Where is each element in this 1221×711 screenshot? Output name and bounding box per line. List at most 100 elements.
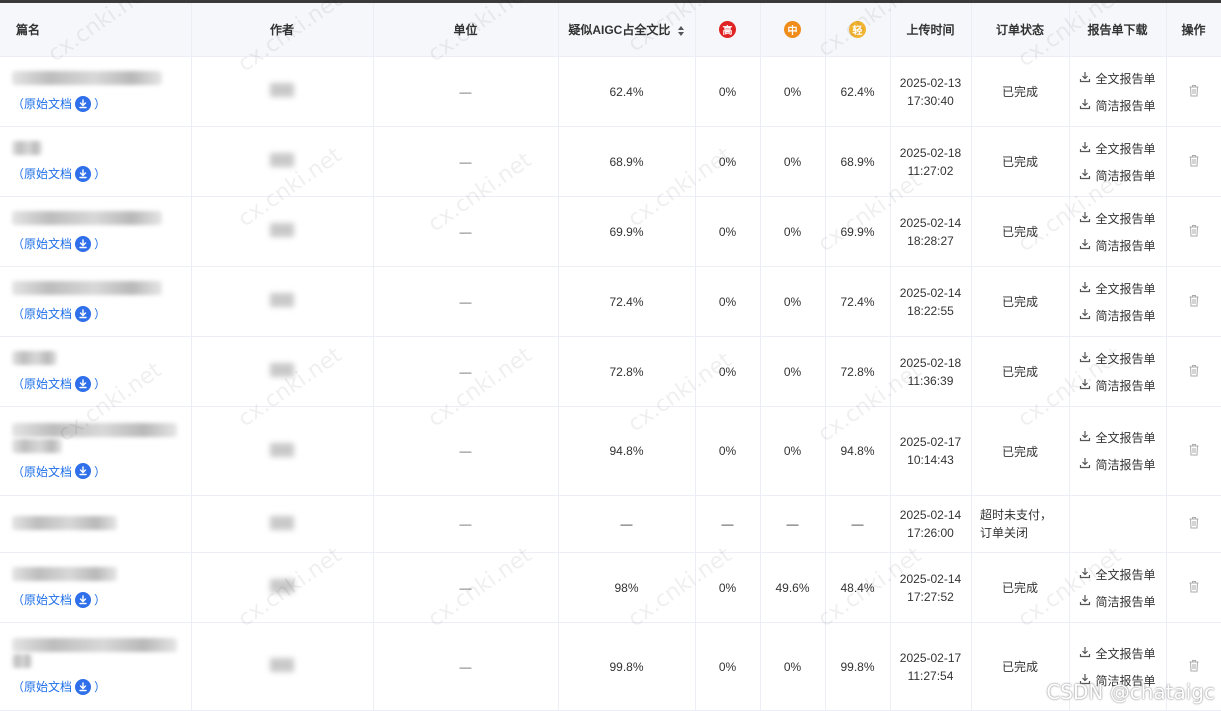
cell-author [191, 266, 374, 337]
full-report-link[interactable]: 全文报告单 [1079, 350, 1156, 367]
full-report-label: 全文报告单 [1095, 646, 1156, 661]
original-doc-close: ） [94, 593, 107, 607]
table-row: （原始文档 ） — 99.8% 0% 0% 99.8% 2025-02-17 11… [0, 622, 1221, 711]
redacted-author [270, 442, 294, 457]
upload-date: 2025-02-17 [899, 650, 962, 665]
report-download-icon [1079, 351, 1091, 366]
simple-report-label: 简洁报告单 [1095, 168, 1156, 183]
cell-order-status: 已完成 [971, 126, 1070, 197]
simple-report-link[interactable]: 简洁报告单 [1079, 593, 1156, 610]
order-status: 已完成 [1001, 225, 1038, 239]
cell-low: 72.4% [825, 266, 891, 337]
original-doc-link[interactable]: （原始文档 ） [12, 235, 106, 252]
upload-clock: 10:14:43 [907, 453, 954, 467]
redacted-author [270, 293, 294, 307]
cell-aigc: 94.8% [558, 406, 696, 496]
full-report-label: 全文报告单 [1095, 211, 1156, 226]
col-header-mid: 中 [760, 3, 826, 57]
simple-report-link[interactable]: 简洁报告单 [1079, 307, 1156, 324]
cell-author [191, 56, 374, 127]
original-doc-link[interactable]: （原始文档 ） [12, 591, 106, 608]
upload-date: 2025-02-17 [899, 435, 962, 449]
original-doc-close: ） [94, 307, 107, 321]
cell-download: 全文报告单 简洁报告单 [1069, 552, 1167, 623]
original-doc-link[interactable]: （原始文档 ） [12, 165, 106, 182]
col-header-aigc[interactable]: 疑似AIGC占全文比 [558, 3, 696, 57]
full-report-link[interactable]: 全文报告单 [1079, 210, 1156, 227]
full-report-link[interactable]: 全文报告单 [1079, 429, 1156, 446]
cell-order-status: 已完成 [971, 196, 1070, 267]
simple-report-label: 简洁报告单 [1095, 458, 1156, 472]
simple-report-link[interactable]: 简洁报告单 [1079, 167, 1156, 184]
original-doc-link[interactable]: （原始文档 ） [12, 463, 106, 480]
original-doc-link[interactable]: （原始文档 ） [12, 95, 106, 112]
cell-low: 94.8% [825, 406, 891, 496]
simple-report-link[interactable]: 简洁报告单 [1079, 97, 1156, 114]
csdn-watermark: CSDN @chataigc [1046, 680, 1215, 704]
original-doc-link[interactable]: （原始文档 ） [12, 305, 106, 322]
download-icon[interactable] [75, 591, 92, 608]
cell-high: 0% [695, 622, 761, 711]
original-doc-link[interactable]: （原始文档 ） [12, 375, 106, 392]
cell-mid: 0% [760, 406, 826, 496]
cell-upload-time: 2025-02-18 11:27:02 [890, 126, 972, 197]
full-report-link[interactable]: 全文报告单 [1079, 70, 1156, 87]
delete-icon[interactable] [1188, 84, 1200, 100]
table-row: （原始文档 ） — 68.9% 0% 0% 68.9% 2025-02-18 11… [0, 126, 1221, 197]
download-icon[interactable] [75, 463, 92, 479]
download-icon[interactable] [75, 375, 92, 392]
sort-icon[interactable] [677, 25, 685, 37]
delete-icon[interactable] [1188, 154, 1200, 170]
simple-report-link[interactable]: 简洁报告单 [1079, 456, 1156, 473]
full-report-link[interactable]: 全文报告单 [1079, 140, 1156, 157]
cell-author [191, 622, 374, 711]
delete-icon[interactable] [1188, 580, 1200, 596]
report-download-icon [1079, 281, 1091, 296]
cell-upload-time: 2025-02-13 17:30:40 [890, 56, 972, 127]
original-doc-link[interactable]: （原始文档 ） [12, 678, 106, 695]
order-status: 超时未支付，订单关闭 [980, 508, 1053, 540]
cell-name: （原始文档 ） [0, 266, 192, 337]
cell-high: 0% [695, 196, 761, 267]
cell-mid: 0% [760, 266, 826, 337]
delete-icon[interactable] [1188, 364, 1200, 380]
original-doc-label: （原始文档 [12, 680, 73, 694]
cell-order-status: 已完成 [971, 336, 1070, 407]
cell-aigc: 72.8% [558, 336, 696, 407]
download-icon[interactable] [75, 305, 92, 322]
delete-icon[interactable] [1188, 294, 1200, 310]
simple-report-link[interactable]: 简洁报告单 [1079, 377, 1156, 394]
cell-unit: — [373, 336, 559, 407]
delete-icon[interactable] [1188, 224, 1200, 240]
cell-unit: — [373, 552, 559, 623]
col-header-low: 轻 [825, 3, 891, 57]
cell-high: 0% [695, 406, 761, 496]
original-doc-label: （原始文档 [12, 593, 73, 607]
full-report-link[interactable]: 全文报告单 [1079, 280, 1156, 297]
col-header-action: 操作 [1166, 3, 1221, 57]
delete-icon[interactable] [1188, 516, 1200, 532]
cell-high: — [695, 495, 761, 553]
cell-action [1166, 336, 1221, 407]
report-download-icon [1079, 567, 1091, 582]
download-icon[interactable] [75, 165, 92, 182]
upload-date: 2025-02-14 [899, 285, 962, 300]
cell-unit: — [373, 126, 559, 197]
delete-icon[interactable] [1188, 659, 1200, 675]
cell-download: 全文报告单 简洁报告单 [1069, 56, 1167, 127]
delete-icon[interactable] [1188, 443, 1200, 459]
cell-aigc: 99.8% [558, 622, 696, 711]
redacted-title [12, 422, 177, 437]
redacted-author [270, 223, 294, 237]
download-icon[interactable] [75, 95, 92, 112]
simple-report-link[interactable]: 简洁报告单 [1079, 237, 1156, 254]
full-report-link[interactable]: 全文报告单 [1079, 645, 1156, 662]
redacted-author [270, 83, 294, 97]
redacted-title [12, 141, 42, 155]
full-report-label: 全文报告单 [1095, 71, 1156, 86]
full-report-link[interactable]: 全文报告单 [1079, 566, 1156, 583]
cell-unit: — [373, 196, 559, 267]
download-icon[interactable] [75, 678, 92, 695]
download-icon[interactable] [75, 235, 92, 252]
cell-action [1166, 196, 1221, 267]
